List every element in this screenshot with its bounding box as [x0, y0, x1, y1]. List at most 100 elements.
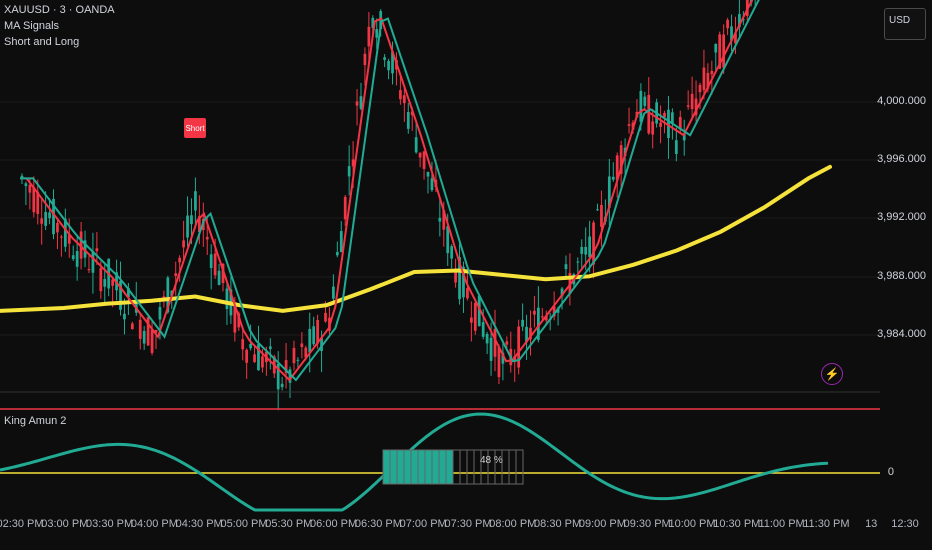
short-signal-label: Short	[184, 118, 206, 138]
time-tick: 06:30 PM	[354, 518, 402, 530]
candle-body	[87, 269, 91, 271]
candle-body	[158, 307, 162, 320]
candle-body	[521, 319, 524, 327]
price-tick: 3,996.000	[877, 153, 926, 165]
candle-body	[190, 215, 193, 225]
indicator-subtitle: Short and Long	[4, 36, 80, 48]
progress-cell	[403, 449, 412, 485]
candle-body	[24, 183, 28, 187]
candle-body	[714, 43, 718, 53]
time-tick: 11:30 PM	[803, 518, 850, 530]
candle-body	[367, 26, 371, 47]
candle-body	[75, 251, 79, 267]
candle-body	[540, 316, 544, 318]
progress-percent: 48 %	[480, 455, 503, 466]
candle-body	[375, 29, 379, 38]
candle-body	[481, 322, 485, 337]
candle-body	[32, 187, 36, 213]
progress-cell	[438, 449, 447, 485]
progress-cell	[459, 449, 468, 485]
candle-body	[103, 279, 107, 287]
candle-body	[209, 254, 213, 269]
candle-body	[268, 346, 272, 350]
progress-cell	[389, 449, 398, 485]
progress-cell	[445, 449, 454, 485]
progress-cell	[508, 449, 517, 485]
candle-body	[588, 236, 591, 258]
lightning-icon[interactable]: ⚡	[821, 363, 843, 385]
time-tick: 13	[865, 518, 878, 530]
time-tick: 08:00 PM	[489, 518, 537, 530]
candle-body	[324, 312, 327, 322]
time-tick: 10:30 PM	[713, 518, 761, 530]
candle-body	[584, 247, 588, 255]
time-tick: 05:00 PM	[220, 518, 268, 530]
candle-body	[363, 53, 367, 66]
candle-body	[296, 359, 300, 361]
candle-body	[213, 253, 217, 276]
candle-body	[726, 19, 729, 29]
candle-body	[253, 354, 256, 363]
candle-body	[611, 176, 615, 180]
indicator-name: MA Signals	[4, 20, 60, 32]
candle-body	[383, 57, 387, 60]
progress-cell	[396, 449, 405, 485]
candle-body	[387, 60, 390, 71]
time-tick: 06:00 PM	[310, 518, 358, 530]
candle-body	[347, 166, 351, 177]
progress-cell	[515, 449, 524, 485]
candle-body	[418, 152, 422, 158]
currency-selector[interactable]: USD	[884, 8, 926, 40]
candle-body	[44, 211, 47, 226]
time-tick: 09:00 PM	[578, 518, 626, 530]
zero-axis-label: 0	[887, 466, 894, 478]
candle-body	[564, 264, 568, 270]
candle-body	[95, 248, 99, 252]
candle-body	[150, 329, 154, 353]
candle-body	[339, 231, 343, 253]
candle-body	[639, 90, 643, 122]
candle-body	[225, 288, 229, 309]
progress-cell	[431, 449, 440, 485]
progress-cell	[501, 449, 510, 485]
candle-body	[426, 171, 430, 177]
candle-body	[489, 337, 493, 361]
candle-body	[182, 240, 185, 248]
candle-body	[430, 178, 434, 191]
time-tick: 03:30 PM	[86, 518, 134, 530]
candle-body	[450, 246, 454, 259]
candle-body	[335, 252, 339, 256]
candle-body	[71, 255, 75, 260]
candle-body	[241, 339, 245, 350]
candle-body	[332, 286, 335, 299]
candle-body	[406, 112, 410, 129]
candle-body	[40, 218, 44, 224]
candle-body	[576, 261, 580, 263]
candle-body	[123, 313, 126, 320]
progress-cell	[417, 449, 426, 485]
chart-canvas[interactable]	[0, 0, 932, 550]
symbol-title: XAUUSD · 3 · OANDA	[4, 4, 115, 16]
candle-body	[702, 67, 706, 91]
candle-body	[355, 101, 359, 106]
candle-body	[690, 93, 694, 110]
time-tick: 07:00 PM	[399, 518, 447, 530]
progress-cell	[452, 449, 461, 485]
candle-body	[517, 326, 521, 368]
progress-cell	[382, 449, 391, 485]
candle-body	[60, 236, 63, 238]
candle-body	[469, 317, 473, 323]
candle-body	[174, 273, 178, 277]
progress-cell	[410, 449, 419, 485]
candle-body	[671, 112, 674, 124]
price-tick: 3,988.000	[877, 270, 926, 282]
candle-body	[651, 121, 655, 135]
progress-cell	[424, 449, 433, 485]
candle-body	[142, 330, 146, 344]
candle-body	[399, 90, 402, 100]
time-tick: 07:30 PM	[444, 518, 492, 530]
candle-body	[99, 268, 103, 292]
candle-body	[485, 333, 489, 344]
candle-body	[627, 124, 631, 126]
time-tick: 09:30 PM	[623, 518, 671, 530]
